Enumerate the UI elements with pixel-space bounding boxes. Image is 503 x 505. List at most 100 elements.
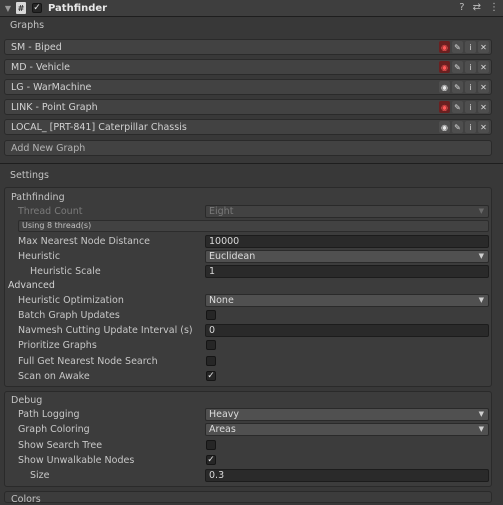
context-menu-icon[interactable]: ⋮ <box>489 2 499 13</box>
scan-on-awake-label: Scan on Awake <box>18 371 90 382</box>
help-icon[interactable]: ? <box>459 2 464 13</box>
path-logging-row: Path Logging Heavy ▼ <box>0 408 503 422</box>
path-logging-value: Heavy <box>209 409 240 420</box>
graph-coloring-value: Areas <box>209 424 236 435</box>
eye-off-icon[interactable]: ◉ <box>439 41 450 53</box>
batch-updates-label: Batch Graph Updates <box>18 310 120 321</box>
thread-count-dropdown: Eight ▼ <box>205 205 489 218</box>
unwalkable-nodes-row: Show Unwalkable Nodes ✓ <box>0 454 503 468</box>
size-row: Size 0.3 <box>0 469 503 483</box>
graphs-section-label: Graphs <box>10 20 45 31</box>
add-new-graph-button[interactable]: Add New Graph <box>4 140 492 156</box>
heuristic-opt-row: Heuristic Optimization None ▼ <box>0 294 503 308</box>
info-icon[interactable]: i <box>465 81 476 93</box>
heuristic-scale-label: Heuristic Scale <box>30 266 101 277</box>
prioritize-graphs-row: Prioritize Graphs <box>0 339 503 353</box>
close-icon[interactable]: ✕ <box>478 41 489 53</box>
eye-icon[interactable]: ◉ <box>439 121 450 133</box>
graph-name: LINK - Point Graph <box>11 101 98 113</box>
info-icon[interactable]: i <box>465 101 476 113</box>
path-logging-label: Path Logging <box>18 409 80 420</box>
pencil-icon[interactable]: ✎ <box>452 61 463 73</box>
component-enabled-checkbox[interactable]: ✓ <box>32 3 42 13</box>
heuristic-scale-input[interactable]: 1 <box>205 265 489 278</box>
full-get-nearest-checkbox[interactable] <box>206 356 216 366</box>
graph-name: SM - Biped <box>11 41 62 53</box>
full-get-nearest-label: Full Get Nearest Node Search <box>18 356 158 367</box>
graph-row-4[interactable]: LINK - Point Graph ◉ ✎ i ✕ <box>4 99 492 115</box>
search-tree-row: Show Search Tree <box>0 439 503 453</box>
full-get-nearest-row: Full Get Nearest Node Search <box>0 355 503 369</box>
heuristic-label: Heuristic <box>18 251 61 262</box>
foldout-arrow-icon[interactable]: ▼ <box>2 4 14 13</box>
heuristic-opt-dropdown[interactable]: None ▼ <box>205 294 489 307</box>
chevron-down-icon: ▼ <box>478 296 484 304</box>
chevron-down-icon: ▼ <box>478 252 484 260</box>
graph-name: LOCAL_ [PRT-841] Caterpillar Chassis <box>11 121 187 133</box>
batch-updates-checkbox[interactable] <box>206 310 216 320</box>
presets-icon[interactable]: ⇄ <box>473 2 481 13</box>
size-label: Size <box>30 470 50 481</box>
heuristic-opt-label: Heuristic Optimization <box>18 295 124 306</box>
batch-updates-row: Batch Graph Updates <box>0 309 503 323</box>
thread-count-label: Thread Count <box>18 206 83 217</box>
graph-coloring-row: Graph Coloring Areas ▼ <box>0 423 503 437</box>
settings-section-label: Settings <box>10 170 49 181</box>
graph-row-1[interactable]: SM - Biped ◉ ✎ i ✕ <box>4 39 492 55</box>
unwalkable-nodes-checkbox[interactable]: ✓ <box>206 455 216 465</box>
scan-on-awake-checkbox[interactable]: ✓ <box>206 371 216 381</box>
debug-title: Debug <box>11 395 43 406</box>
chevron-down-icon: ▼ <box>478 410 484 418</box>
graph-coloring-dropdown[interactable]: Areas ▼ <box>205 423 489 436</box>
info-icon[interactable]: i <box>465 41 476 53</box>
graph-name: LG - WarMachine <box>11 81 92 93</box>
close-icon[interactable]: ✕ <box>478 121 489 133</box>
search-tree-label: Show Search Tree <box>18 440 103 451</box>
thread-count-row: Thread Count Eight ▼ <box>0 205 503 219</box>
navmesh-interval-row: Navmesh Cutting Update Interval (s) 0 <box>0 324 503 338</box>
size-input[interactable]: 0.3 <box>205 469 489 482</box>
pencil-icon[interactable]: ✎ <box>452 41 463 53</box>
navmesh-interval-input[interactable]: 0 <box>205 324 489 337</box>
heuristic-dropdown[interactable]: Euclidean ▼ <box>205 250 489 263</box>
graph-row-5[interactable]: LOCAL_ [PRT-841] Caterpillar Chassis ◉ ✎… <box>4 119 492 135</box>
info-icon[interactable]: i <box>465 61 476 73</box>
pencil-icon[interactable]: ✎ <box>452 101 463 113</box>
pathfinding-title: Pathfinding <box>11 192 65 203</box>
thread-info-box: Using 8 thread(s) <box>18 220 489 232</box>
section-divider <box>0 163 503 164</box>
thread-count-value: Eight <box>209 206 234 217</box>
add-new-graph-label: Add New Graph <box>11 142 86 154</box>
close-icon[interactable]: ✕ <box>478 61 489 73</box>
script-component-icon: # <box>16 2 26 14</box>
heuristic-row: Heuristic Euclidean ▼ <box>0 250 503 264</box>
search-tree-checkbox[interactable] <box>206 440 216 450</box>
max-nearest-row: Max Nearest Node Distance 10000 <box>0 235 503 249</box>
close-icon[interactable]: ✕ <box>478 81 489 93</box>
graph-row-2[interactable]: MD - Vehicle ◉ ✎ i ✕ <box>4 59 492 75</box>
component-title: Pathfinder <box>48 2 108 14</box>
pencil-icon[interactable]: ✎ <box>452 81 463 93</box>
max-nearest-label: Max Nearest Node Distance <box>18 236 151 247</box>
chevron-down-icon: ▼ <box>478 425 484 433</box>
prioritize-graphs-label: Prioritize Graphs <box>18 340 97 351</box>
pencil-icon[interactable]: ✎ <box>452 121 463 133</box>
scan-on-awake-row: Scan on Awake ✓ <box>0 370 503 384</box>
component-header: ▼ # ✓ Pathfinder ? ⇄ ⋮ <box>0 0 503 17</box>
eye-off-icon[interactable]: ◉ <box>439 61 450 73</box>
graph-row-3[interactable]: LG - WarMachine ◉ ✎ i ✕ <box>4 79 492 95</box>
colors-box: Colors <box>4 491 492 505</box>
eye-icon[interactable]: ◉ <box>439 81 450 93</box>
eye-off-icon[interactable]: ◉ <box>439 101 450 113</box>
path-logging-dropdown[interactable]: Heavy ▼ <box>205 408 489 421</box>
heuristic-value: Euclidean <box>209 251 256 262</box>
prioritize-graphs-checkbox[interactable] <box>206 340 216 350</box>
max-nearest-input[interactable]: 10000 <box>205 235 489 248</box>
advanced-title: Advanced <box>8 280 55 291</box>
unwalkable-nodes-label: Show Unwalkable Nodes <box>18 455 135 466</box>
info-icon[interactable]: i <box>465 121 476 133</box>
graph-coloring-label: Graph Coloring <box>18 424 90 435</box>
close-icon[interactable]: ✕ <box>478 101 489 113</box>
chevron-down-icon: ▼ <box>478 207 484 215</box>
heuristic-opt-value: None <box>209 295 234 306</box>
